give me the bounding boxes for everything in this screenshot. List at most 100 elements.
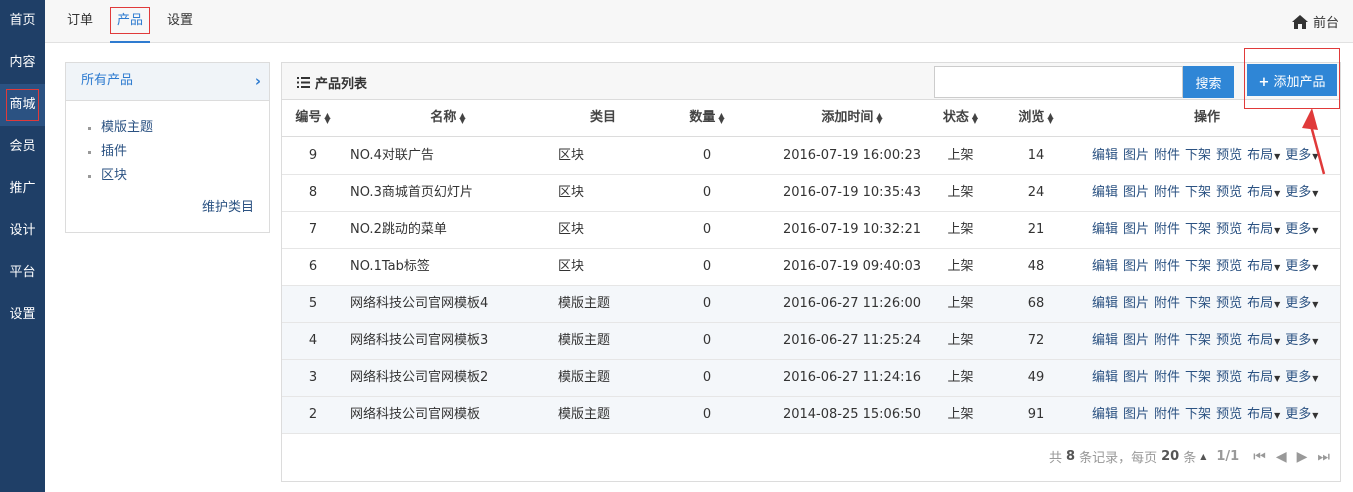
edit-link[interactable]: 编辑 — [1092, 333, 1118, 348]
more-dropdown[interactable]: 更多▼ — [1285, 185, 1318, 200]
nav-item-mall[interactable]: 商城 — [0, 84, 45, 126]
nav-item-settings[interactable]: 设置 — [0, 294, 45, 336]
caret-down-icon: ▼ — [1312, 374, 1319, 383]
layout-dropdown[interactable]: 布局▼ — [1247, 222, 1280, 237]
col-added-header[interactable]: 添加时间 ▲ ▼ — [762, 100, 942, 137]
frontdesk-link[interactable]: 前台 — [1291, 12, 1339, 31]
nav-item-design[interactable]: 设计 — [0, 210, 45, 252]
pager-page-info: 1/1 — [1216, 449, 1240, 464]
attach-link[interactable]: 附件 — [1154, 296, 1180, 311]
unlist-link[interactable]: 下架 — [1185, 259, 1211, 274]
pager-per-page[interactable]: 20 — [1161, 449, 1179, 464]
col-quantity-header[interactable]: 数量 ▲ ▼ — [667, 100, 747, 137]
unlist-link[interactable]: 下架 — [1185, 296, 1211, 311]
nav-item-home[interactable]: 首页 — [0, 0, 45, 42]
maintain-categories-link[interactable]: 维护类目 — [202, 196, 254, 215]
layout-dropdown[interactable]: 布局▼ — [1247, 407, 1280, 422]
image-link[interactable]: 图片 — [1123, 407, 1149, 422]
more-dropdown[interactable]: 更多▼ — [1285, 259, 1318, 274]
nav-item-platform[interactable]: 平台 — [0, 252, 45, 294]
preview-link[interactable]: 预览 — [1216, 407, 1242, 422]
unlist-link[interactable]: 下架 — [1185, 222, 1211, 237]
image-link[interactable]: 图片 — [1123, 185, 1149, 200]
layout-dropdown[interactable]: 布局▼ — [1247, 185, 1280, 200]
caret-up-icon[interactable]: ▲ — [1200, 452, 1206, 461]
unlist-link[interactable]: 下架 — [1185, 333, 1211, 348]
attach-link[interactable]: 附件 — [1154, 185, 1180, 200]
next-page-icon[interactable]: ▶ — [1297, 449, 1308, 465]
preview-link[interactable]: 预览 — [1216, 185, 1242, 200]
layout-dropdown[interactable]: 布局▼ — [1247, 296, 1280, 311]
image-link[interactable]: 图片 — [1123, 333, 1149, 348]
edit-link[interactable]: 编辑 — [1092, 296, 1118, 311]
caret-down-icon: ▼ — [1312, 300, 1319, 309]
preview-link[interactable]: 预览 — [1216, 222, 1242, 237]
attach-link[interactable]: 附件 — [1154, 370, 1180, 385]
layout-dropdown[interactable]: 布局▼ — [1247, 333, 1280, 348]
first-page-icon[interactable]: ⏮ — [1253, 449, 1266, 465]
add-product-button[interactable]: + 添加产品 — [1247, 64, 1337, 96]
more-dropdown[interactable]: 更多▼ — [1285, 370, 1318, 385]
image-link[interactable]: 图片 — [1123, 370, 1149, 385]
edit-link[interactable]: 编辑 — [1092, 407, 1118, 422]
more-dropdown[interactable]: 更多▼ — [1285, 333, 1318, 348]
search-button[interactable]: 搜索 — [1183, 66, 1234, 98]
unlist-link[interactable]: 下架 — [1185, 370, 1211, 385]
preview-link[interactable]: 预览 — [1216, 148, 1242, 163]
attach-link[interactable]: 附件 — [1154, 407, 1180, 422]
cell-quantity: 0 — [702, 185, 712, 200]
search-input[interactable] — [934, 66, 1183, 98]
more-label: 更多 — [1285, 333, 1312, 348]
edit-link[interactable]: 编辑 — [1092, 148, 1118, 163]
col-name-header[interactable]: 名称 ▲ ▼ — [350, 100, 546, 137]
layout-dropdown[interactable]: 布局▼ — [1247, 370, 1280, 385]
more-dropdown[interactable]: 更多▼ — [1285, 222, 1318, 237]
category-item[interactable]: 模版主题 — [88, 116, 269, 140]
all-products-header[interactable]: 所有产品 › — [66, 63, 269, 101]
edit-link[interactable]: 编辑 — [1092, 370, 1118, 385]
row-actions: 编辑 图片 附件 下架 预览 布局▼ 更多▼ — [1092, 323, 1332, 360]
more-dropdown[interactable]: 更多▼ — [1285, 296, 1318, 311]
preview-link[interactable]: 预览 — [1216, 370, 1242, 385]
attach-link[interactable]: 附件 — [1154, 148, 1180, 163]
last-page-icon[interactable]: ⏭ — [1317, 449, 1330, 465]
col-id-header[interactable]: 编号 ▲ ▼ — [282, 100, 344, 137]
attach-link[interactable]: 附件 — [1154, 222, 1180, 237]
category-item[interactable]: 区块 — [88, 164, 269, 188]
nav-item-promotion[interactable]: 推广 — [0, 168, 45, 210]
more-dropdown[interactable]: 更多▼ — [1285, 407, 1318, 422]
prev-page-icon[interactable]: ◀ — [1276, 449, 1287, 465]
layout-dropdown[interactable]: 布局▼ — [1247, 148, 1280, 163]
layout-dropdown[interactable]: 布局▼ — [1247, 259, 1280, 274]
unlist-link[interactable]: 下架 — [1185, 148, 1211, 163]
row-actions: 编辑 图片 附件 下架 预览 布局▼ 更多▼ — [1092, 175, 1332, 212]
cell-category: 模版主题 — [558, 370, 611, 385]
edit-link[interactable]: 编辑 — [1092, 259, 1118, 274]
table-row: 2 网络科技公司官网模板 模版主题 0 2014-08-25 15:06:50 上架 91 编… — [282, 397, 1340, 434]
unlist-link[interactable]: 下架 — [1185, 185, 1211, 200]
nav-item-label: 会员 — [9, 139, 36, 154]
cell-quantity: 0 — [702, 407, 712, 422]
nav-item-members[interactable]: 会员 — [0, 126, 45, 168]
attach-link[interactable]: 附件 — [1154, 259, 1180, 274]
tab-products[interactable]: 产品 — [110, 0, 151, 43]
edit-link[interactable]: 编辑 — [1092, 185, 1118, 200]
attach-link[interactable]: 附件 — [1154, 333, 1180, 348]
nav-item-content[interactable]: 内容 — [0, 42, 45, 84]
tab-orders[interactable]: 订单 — [67, 0, 93, 43]
image-link[interactable]: 图片 — [1123, 296, 1149, 311]
image-link[interactable]: 图片 — [1123, 148, 1149, 163]
preview-link[interactable]: 预览 — [1216, 259, 1242, 274]
preview-link[interactable]: 预览 — [1216, 333, 1242, 348]
image-link[interactable]: 图片 — [1123, 259, 1149, 274]
edit-link[interactable]: 编辑 — [1092, 222, 1118, 237]
cell-views: 49 — [1027, 370, 1045, 385]
col-views-header[interactable]: 浏览 ▲ ▼ — [997, 100, 1075, 137]
col-status-header[interactable]: 状态 ▲ ▼ — [922, 100, 999, 137]
unlist-link[interactable]: 下架 — [1185, 407, 1211, 422]
image-link[interactable]: 图片 — [1123, 222, 1149, 237]
tab-settings[interactable]: 设置 — [167, 0, 193, 43]
sort-icon: ▲ ▼ — [971, 110, 979, 125]
preview-link[interactable]: 预览 — [1216, 296, 1242, 311]
category-item[interactable]: 插件 — [88, 140, 269, 164]
